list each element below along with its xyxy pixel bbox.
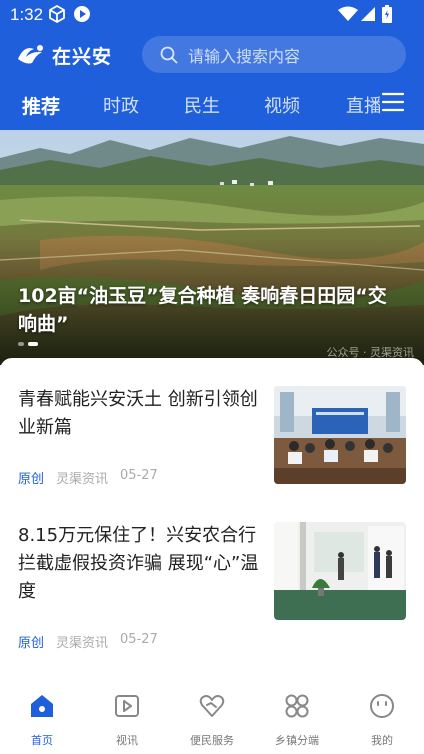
list-item[interactable]: 青春赋能兴安沃土 创新引领创业新篇 原创 灵渠资讯 05-27 xyxy=(0,358,424,508)
article-meta: 原创 灵渠资讯 05-27 xyxy=(18,468,158,487)
tab-recommend[interactable]: 推荐 xyxy=(22,92,60,119)
article-thumbnail[interactable] xyxy=(274,522,406,620)
tab-profile-label: 我的 xyxy=(371,734,393,747)
banner-carousel[interactable]: 102亩“油玉豆”复合种植 奏响春日田园“交响曲” 公众号 · 灵渠资讯 xyxy=(0,130,424,365)
carousel-indicator xyxy=(18,342,38,346)
tab-home[interactable]: 首页 xyxy=(0,692,84,748)
category-tabs: 推荐 时政 民生 视频 直播 xyxy=(0,88,380,124)
video-icon xyxy=(115,695,139,717)
battery-icon xyxy=(382,5,392,23)
article-source: 灵渠资讯 xyxy=(56,636,109,651)
tab-video-label: 视讯 xyxy=(116,734,138,747)
search-icon xyxy=(160,46,178,63)
tab-services-label: 便民服务 xyxy=(190,734,234,747)
tab-services[interactable]: 便民服务 xyxy=(170,692,254,748)
tab-video-news[interactable]: 视讯 xyxy=(85,692,169,748)
logo-mark-icon xyxy=(18,45,43,64)
tab-livelihood[interactable]: 民生 xyxy=(184,92,220,118)
tab-video[interactable]: 视频 xyxy=(264,92,300,118)
grid-clover-icon xyxy=(285,694,309,718)
article-thumbnail[interactable] xyxy=(274,386,406,484)
tab-townships[interactable]: 乡镇分端 xyxy=(255,692,339,748)
article-meta: 原创 灵渠资讯 05-27 xyxy=(18,632,158,651)
app-logo[interactable]: 在兴安 xyxy=(16,40,112,70)
list-item[interactable]: 8.15万元保住了！兴安农合行拦截虚假投资诈骗 展现“心”温度 原创 灵渠资讯 … xyxy=(0,508,424,678)
meeting-room-image xyxy=(274,386,406,484)
carousel-dot-active xyxy=(28,342,38,346)
article-date: 05-27 xyxy=(120,468,158,483)
logo-text: 在兴安 xyxy=(52,45,113,68)
tab-live[interactable]: 直播 xyxy=(346,92,380,118)
profile-smile-icon xyxy=(370,694,394,718)
search-placeholder: 请输入搜索内容 xyxy=(188,46,301,66)
article-list: 青春赋能兴安沃土 创新引领创业新篇 原创 灵渠资讯 05-27 8.15万元保住… xyxy=(0,358,424,686)
article-tag: 原创 xyxy=(18,636,45,651)
article-title[interactable]: 8.15万元保住了！兴安农合行拦截虚假投资诈骗 展现“心”温度 xyxy=(18,522,262,606)
banner-title[interactable]: 102亩“油玉豆”复合种植 奏响春日田园“交响曲” xyxy=(18,282,398,338)
app-header: 在兴安 请输入搜索内容 推荐 时政 民生 视频 直播 xyxy=(0,30,424,130)
bottom-tab-bar: 首页 视讯 便民服务 乡镇分端 我的 xyxy=(0,686,424,754)
wifi-icon xyxy=(338,6,358,21)
home-icon xyxy=(31,695,53,717)
bank-counter-image xyxy=(274,522,406,620)
tab-townships-label: 乡镇分端 xyxy=(275,734,319,747)
menu-icon[interactable] xyxy=(382,92,404,112)
article-source: 灵渠资讯 xyxy=(56,472,109,487)
cube-icon xyxy=(49,5,65,23)
heart-service-icon xyxy=(199,695,225,717)
article-title[interactable]: 青春赋能兴安沃土 创新引领创业新篇 xyxy=(18,386,262,442)
status-bar: 1:32 xyxy=(0,0,424,30)
tab-profile[interactable]: 我的 xyxy=(340,692,424,748)
signal-icon xyxy=(361,7,375,21)
article-date: 05-27 xyxy=(120,632,158,647)
search-bar[interactable]: 请输入搜索内容 xyxy=(142,36,406,73)
carousel-dot xyxy=(18,342,24,346)
article-tag: 原创 xyxy=(18,472,45,487)
tab-politics[interactable]: 时政 xyxy=(103,92,139,118)
tab-home-label: 首页 xyxy=(31,734,53,747)
status-time: 1:32 xyxy=(10,5,44,24)
play-circle-icon xyxy=(74,6,90,22)
